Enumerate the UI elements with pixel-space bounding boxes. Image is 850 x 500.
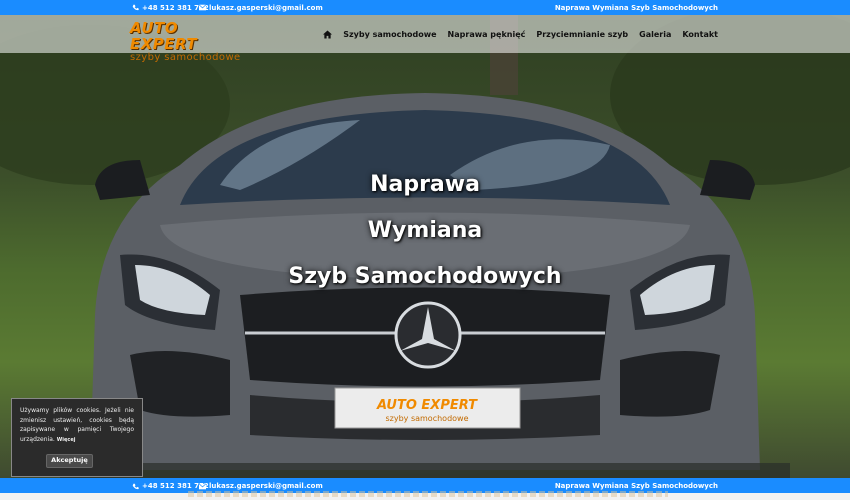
page-content-edge: [0, 491, 850, 500]
top-email[interactable]: lukasz.gasperski@gmail.com: [199, 4, 323, 12]
bottom-phone[interactable]: +48 512 381 752: [132, 482, 209, 490]
main-navbar: AUTO EXPERT szyby samochodowe Szyby samo…: [0, 15, 850, 63]
top-email-text: lukasz.gasperski@gmail.com: [209, 3, 323, 12]
plate-line1: AUTO EXPERT: [376, 398, 478, 413]
hero-line-2: Wymiana: [367, 218, 483, 243]
top-phone[interactable]: +48 512 381 752: [132, 4, 209, 12]
envelope-icon: [199, 482, 206, 489]
bottom-email-text: lukasz.gasperski@gmail.com: [209, 482, 323, 490]
bottom-email[interactable]: lukasz.gasperski@gmail.com: [199, 482, 323, 490]
logo-title: AUTO EXPERT: [130, 19, 198, 53]
plate-line2: szyby samochodowe: [385, 414, 468, 423]
nav-home[interactable]: [323, 29, 333, 39]
bottom-tagline: Naprawa Wymiana Szyb Samochodowych: [554, 482, 718, 490]
cookie-text: Używamy plików cookies. Jeżeli nie zmien…: [20, 407, 134, 443]
main-menu: Szyby samochodowe Naprawa pęknięć Przyci…: [323, 15, 718, 53]
top-contact-bar: +48 512 381 752 lukasz.gasperski@gmail.c…: [0, 0, 850, 15]
nav-item-szyby-samochodowe[interactable]: Szyby samochodowe: [343, 30, 436, 39]
nav-item-naprawa-pekniec[interactable]: Naprawa pęknięć: [448, 30, 526, 39]
cut-off-heading: [188, 491, 668, 497]
site-logo[interactable]: AUTO EXPERT szyby samochodowe: [130, 20, 250, 63]
logo-subtitle: szyby samochodowe: [130, 52, 241, 63]
cookie-notice: Używamy plików cookies. Jeżeli nie zmien…: [11, 398, 143, 477]
hero-line-3: Szyb Samochodowych: [288, 264, 562, 289]
phone-icon: [132, 483, 139, 489]
cookie-more-link[interactable]: Więcej: [57, 437, 76, 443]
home-icon: [323, 29, 333, 39]
cookie-accept-button[interactable]: Akceptuję: [46, 454, 93, 468]
phone-icon: [132, 4, 139, 11]
nav-item-przyciemnianie-szyb[interactable]: Przyciemnianie szyb: [536, 30, 628, 39]
hero-line-1: Naprawa: [370, 172, 480, 197]
nav-item-galeria[interactable]: Galeria: [639, 30, 671, 39]
nav-item-kontakt[interactable]: Kontakt: [682, 30, 718, 39]
top-tagline: Naprawa Wymiana Szyb Samochodowych: [554, 3, 718, 12]
envelope-icon: [199, 4, 206, 11]
